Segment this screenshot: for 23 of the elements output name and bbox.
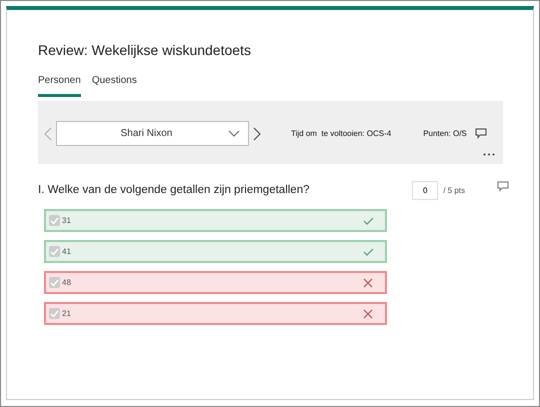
points-label: Punten: O/S xyxy=(423,128,467,140)
comment-icon[interactable] xyxy=(497,181,509,192)
question-text: I. Welke van de volgende getallen zijn priemgetallen? xyxy=(38,182,310,198)
check-icon xyxy=(363,246,373,256)
more-icon[interactable] xyxy=(483,153,495,156)
option-label: 41 xyxy=(62,246,72,258)
score-field[interactable]: 0 xyxy=(412,181,438,200)
time-label: Tijd om te voltooien: OCS-4 xyxy=(291,128,392,140)
respondent-dropdown[interactable]: Shari Nixon xyxy=(56,121,249,146)
tab[interactable]: Questions xyxy=(92,73,137,97)
cross-icon xyxy=(363,308,373,318)
respondent-name: Shari Nixon xyxy=(120,127,174,141)
option-label: 31 xyxy=(62,214,72,226)
page-title: Review: Wekelijkse wiskundetoets xyxy=(38,41,252,60)
check-icon xyxy=(363,216,373,226)
cross-icon xyxy=(363,278,373,288)
comment-icon[interactable] xyxy=(475,128,487,139)
option-label: 21 xyxy=(62,308,72,320)
max-points-label: / 5 pts xyxy=(443,184,465,196)
chevron-right-icon[interactable] xyxy=(253,126,261,140)
option-label: 48 xyxy=(62,276,72,288)
tab[interactable]: Personen xyxy=(38,73,81,97)
caret-icon xyxy=(228,130,240,137)
